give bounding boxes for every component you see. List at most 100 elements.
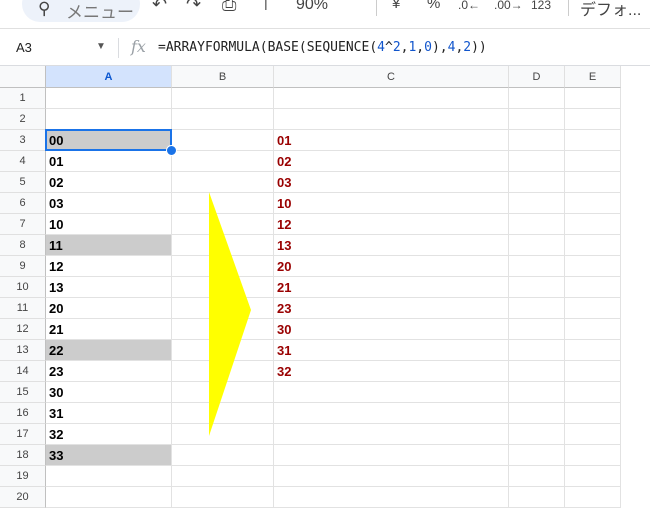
cell-e10[interactable] (565, 277, 621, 298)
row-header-8[interactable]: 8 (0, 235, 46, 256)
cell-e3[interactable] (565, 130, 621, 151)
row-header-9[interactable]: 9 (0, 256, 46, 277)
cell-d3[interactable] (509, 130, 565, 151)
cell-e12[interactable] (565, 319, 621, 340)
cell-e8[interactable] (565, 235, 621, 256)
cell-c11[interactable]: 23 (274, 298, 509, 319)
cell-a1[interactable] (46, 88, 172, 109)
cell-a5[interactable]: 02 (46, 172, 172, 193)
cell-b19[interactable] (172, 466, 274, 487)
cell-e11[interactable] (565, 298, 621, 319)
cell-a8[interactable]: 11 (46, 235, 172, 256)
cell-e20[interactable] (565, 487, 621, 508)
cell-c20[interactable] (274, 487, 509, 508)
cell-a7[interactable]: 10 (46, 214, 172, 235)
menu-search[interactable]: ⚲ メニュー (22, 0, 140, 22)
formula-input[interactable]: =ARRAYFORMULA(BASE(SEQUENCE(4^2,1,0),4,2… (158, 40, 487, 55)
fill-handle[interactable] (166, 145, 177, 156)
cell-e13[interactable] (565, 340, 621, 361)
cell-e2[interactable] (565, 109, 621, 130)
cell-d5[interactable] (509, 172, 565, 193)
cell-e18[interactable] (565, 445, 621, 466)
cell-c17[interactable] (274, 424, 509, 445)
cell-c18[interactable] (274, 445, 509, 466)
column-header-c[interactable]: C (274, 66, 509, 88)
cell-a6[interactable]: 03 (46, 193, 172, 214)
increase-decimal-button[interactable]: .00→ (494, 0, 523, 12)
cell-e9[interactable] (565, 256, 621, 277)
row-header-4[interactable]: 4 (0, 151, 46, 172)
cell-c10[interactable]: 21 (274, 277, 509, 298)
font-select[interactable]: デフォ... (580, 0, 641, 20)
cell-c5[interactable]: 03 (274, 172, 509, 193)
row-header-3[interactable]: 3 (0, 130, 46, 151)
cell-e5[interactable] (565, 172, 621, 193)
cell-d2[interactable] (509, 109, 565, 130)
cell-d13[interactable] (509, 340, 565, 361)
cell-e6[interactable] (565, 193, 621, 214)
cell-b2[interactable] (172, 109, 274, 130)
cell-d12[interactable] (509, 319, 565, 340)
cell-b4[interactable] (172, 151, 274, 172)
cell-c7[interactable]: 12 (274, 214, 509, 235)
cell-d7[interactable] (509, 214, 565, 235)
decrease-decimal-button[interactable]: .0← (458, 0, 480, 12)
cell-e17[interactable] (565, 424, 621, 445)
row-header-18[interactable]: 18 (0, 445, 46, 466)
paint-format-icon[interactable]: ⊤ (258, 0, 274, 15)
cell-c8[interactable]: 13 (274, 235, 509, 256)
column-header-e[interactable]: E (565, 66, 621, 88)
cell-c16[interactable] (274, 403, 509, 424)
cell-a13[interactable]: 22 (46, 340, 172, 361)
row-header-1[interactable]: 1 (0, 88, 46, 109)
cell-d14[interactable] (509, 361, 565, 382)
cell-e4[interactable] (565, 151, 621, 172)
cell-a10[interactable]: 13 (46, 277, 172, 298)
cell-e1[interactable] (565, 88, 621, 109)
cell-b18[interactable] (172, 445, 274, 466)
cell-a9[interactable]: 12 (46, 256, 172, 277)
row-header-7[interactable]: 7 (0, 214, 46, 235)
column-header-a[interactable]: A (46, 66, 172, 88)
redo-icon[interactable]: ↷ (186, 0, 201, 15)
cell-d20[interactable] (509, 487, 565, 508)
zoom-select[interactable]: 90% (296, 0, 328, 14)
cell-a19[interactable] (46, 466, 172, 487)
cell-b3[interactable] (172, 130, 274, 151)
percent-button[interactable]: % (427, 0, 440, 12)
row-header-6[interactable]: 6 (0, 193, 46, 214)
column-header-d[interactable]: D (509, 66, 565, 88)
cell-c13[interactable]: 31 (274, 340, 509, 361)
cell-e14[interactable] (565, 361, 621, 382)
cell-c6[interactable]: 10 (274, 193, 509, 214)
cell-d17[interactable] (509, 424, 565, 445)
cell-c3[interactable]: 01 (274, 130, 509, 151)
cell-b20[interactable] (172, 487, 274, 508)
more-formats-button[interactable]: 123 (531, 0, 551, 12)
column-header-b[interactable]: B (172, 66, 274, 88)
cell-a4[interactable]: 01 (46, 151, 172, 172)
cell-a2[interactable] (46, 109, 172, 130)
cell-c19[interactable] (274, 466, 509, 487)
currency-button[interactable]: ¥ (392, 0, 400, 12)
row-header-16[interactable]: 16 (0, 403, 46, 424)
cell-a20[interactable] (46, 487, 172, 508)
row-header-11[interactable]: 11 (0, 298, 46, 319)
row-header-5[interactable]: 5 (0, 172, 46, 193)
cell-d15[interactable] (509, 382, 565, 403)
cell-e19[interactable] (565, 466, 621, 487)
cell-a15[interactable]: 30 (46, 382, 172, 403)
cell-c2[interactable] (274, 109, 509, 130)
cell-d18[interactable] (509, 445, 565, 466)
cell-a18[interactable]: 33 (46, 445, 172, 466)
cell-d11[interactable] (509, 298, 565, 319)
cell-a11[interactable]: 20 (46, 298, 172, 319)
cell-d6[interactable] (509, 193, 565, 214)
row-header-14[interactable]: 14 (0, 361, 46, 382)
cell-b1[interactable] (172, 88, 274, 109)
row-header-2[interactable]: 2 (0, 109, 46, 130)
cell-c15[interactable] (274, 382, 509, 403)
cell-d1[interactable] (509, 88, 565, 109)
chevron-down-icon[interactable]: ▼ (96, 41, 106, 52)
row-header-17[interactable]: 17 (0, 424, 46, 445)
